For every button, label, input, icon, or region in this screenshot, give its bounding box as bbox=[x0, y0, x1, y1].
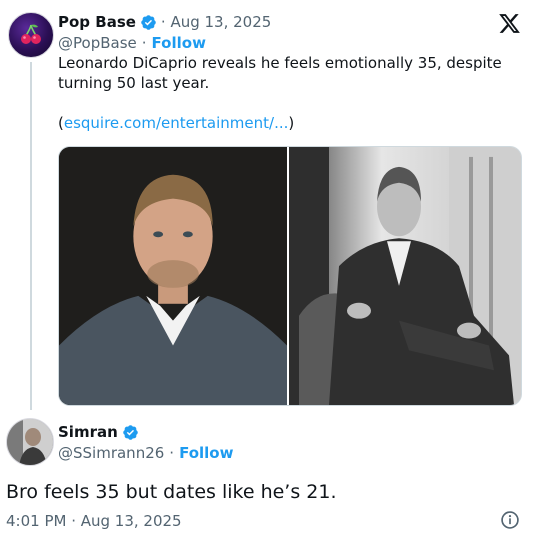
link-close-paren: ) bbox=[288, 114, 295, 132]
x-logo-icon[interactable] bbox=[498, 12, 521, 35]
popbase-handle-row: @PopBase · Follow bbox=[58, 33, 206, 53]
embedded-tweet-card: Pop Base · Aug 13, 2025 @PopBase · Follo… bbox=[0, 0, 548, 540]
popbase-link-line: (esquire.com/entertainment/...) bbox=[58, 113, 294, 133]
media-photo-1[interactable] bbox=[59, 147, 289, 405]
tweet-timestamp[interactable]: 4:01 PM · Aug 13, 2025 bbox=[6, 511, 182, 531]
simran-avatar[interactable] bbox=[6, 418, 54, 466]
user-photo-icon bbox=[7, 419, 53, 465]
seated-portrait-photo-icon bbox=[289, 147, 521, 405]
portrait-photo-icon bbox=[59, 147, 287, 405]
popbase-date[interactable]: · Aug 13, 2025 bbox=[161, 13, 271, 31]
simran-tweet-text: Bro feels 35 but dates like he’s 21. bbox=[6, 481, 337, 503]
popbase-name-row: Pop Base · Aug 13, 2025 bbox=[58, 12, 271, 32]
thread-connector-line bbox=[30, 62, 32, 410]
info-icon[interactable] bbox=[500, 510, 520, 530]
simran-follow-button[interactable]: Follow bbox=[179, 444, 233, 462]
separator-dot: · bbox=[141, 34, 147, 52]
verified-badge-icon bbox=[123, 424, 138, 440]
verified-badge-icon bbox=[141, 14, 156, 30]
popbase-tweet-text: Leonardo DiCaprio reveals he feels emoti… bbox=[58, 54, 502, 92]
popbase-display-name[interactable]: Pop Base bbox=[58, 13, 136, 31]
separator-dot: · bbox=[169, 444, 175, 462]
simran-name-row: Simran bbox=[58, 422, 139, 442]
simran-handle[interactable]: @SSimrann26 bbox=[58, 444, 164, 462]
simran-handle-row: @SSimrann26 · Follow bbox=[58, 443, 233, 463]
popbase-avatar[interactable] bbox=[8, 12, 54, 58]
simran-display-name[interactable]: Simran bbox=[58, 423, 118, 441]
cherry-logo-icon bbox=[21, 24, 41, 44]
esquire-article-link[interactable]: esquire.com/entertainment/... bbox=[64, 114, 289, 132]
media-photo-2[interactable] bbox=[289, 147, 521, 405]
popbase-handle[interactable]: @PopBase bbox=[58, 34, 137, 52]
popbase-follow-button[interactable]: Follow bbox=[152, 34, 206, 52]
tweet-media-grid bbox=[58, 146, 522, 406]
